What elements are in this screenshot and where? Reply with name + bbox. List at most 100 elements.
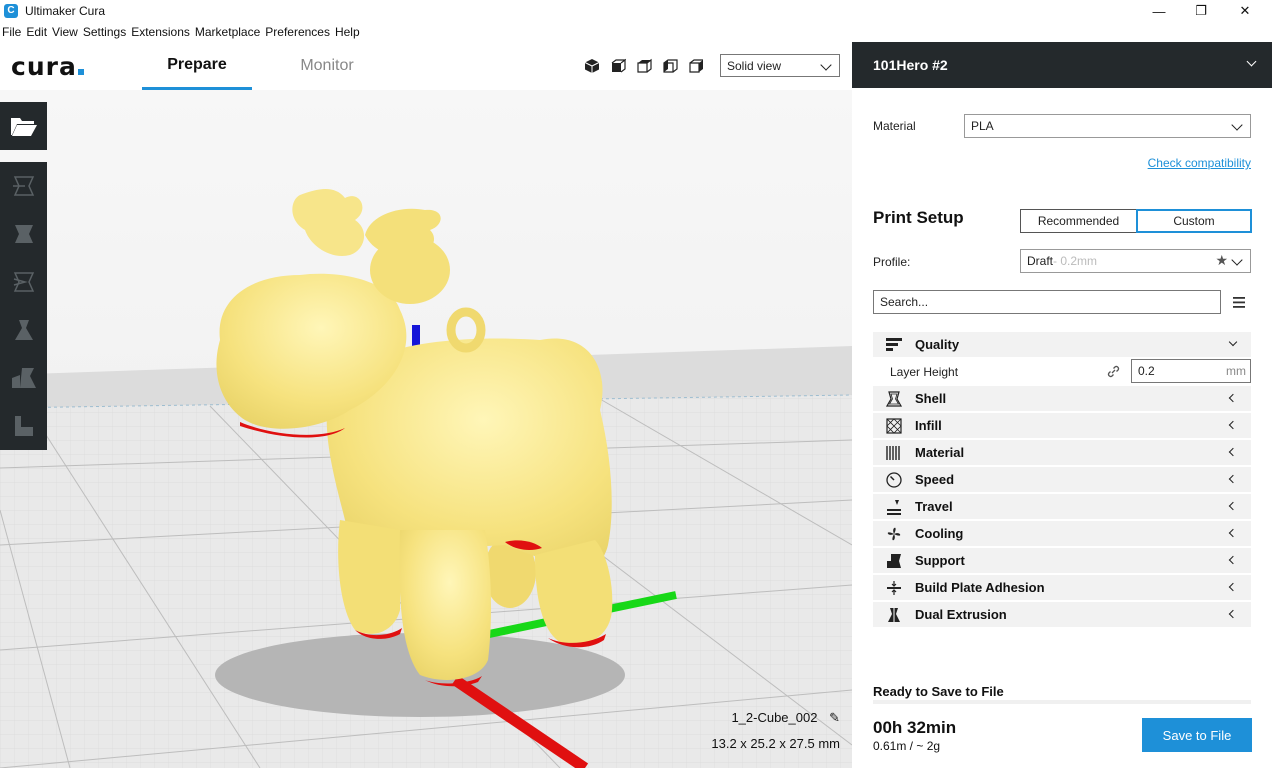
- chevron-down-icon: [1228, 337, 1238, 347]
- chevron-down-icon: [1231, 254, 1243, 266]
- save-to-file-button[interactable]: Save to File: [1142, 718, 1252, 752]
- star-icon[interactable]: ★: [1215, 252, 1228, 269]
- search-placeholder: Search...: [880, 295, 929, 309]
- category-label: Travel: [915, 499, 953, 514]
- chevron-left-icon: [1228, 420, 1238, 430]
- category-label: Shell: [915, 391, 947, 406]
- layer-height-unit: mm: [1226, 364, 1246, 378]
- menu-settings[interactable]: Settings: [83, 25, 126, 39]
- custom-mode-button[interactable]: Custom: [1136, 209, 1252, 233]
- menu-edit[interactable]: Edit: [26, 25, 47, 39]
- minimize-button[interactable]: —: [1136, 0, 1182, 22]
- menu-preferences[interactable]: Preferences: [265, 25, 330, 39]
- support-blocker-icon: [14, 416, 33, 436]
- category-speed[interactable]: Speed: [873, 467, 1251, 492]
- shell-icon: [886, 390, 902, 407]
- view-mode-select[interactable]: Solid view: [720, 54, 840, 77]
- top-view-icon[interactable]: [636, 58, 652, 74]
- category-dual-extrusion[interactable]: Dual Extrusion: [873, 602, 1251, 627]
- settings-menu-icon[interactable]: [1233, 297, 1245, 308]
- travel-icon: [887, 499, 901, 515]
- category-label: Build Plate Adhesion: [915, 580, 1045, 595]
- profile-label: Profile:: [873, 255, 911, 269]
- recommended-mode-button[interactable]: Recommended: [1020, 209, 1137, 233]
- material-value: PLA: [971, 119, 994, 133]
- close-button[interactable]: ✕: [1222, 0, 1268, 22]
- category-cooling[interactable]: Cooling: [873, 521, 1251, 546]
- 3d-viewport[interactable]: 1_2-Cube_002 ✎ 13.2 x 25.2 x 27.5 mm: [0, 90, 852, 768]
- front-view-icon[interactable]: [610, 58, 626, 74]
- chevron-down-icon: [1246, 56, 1257, 67]
- tab-monitor[interactable]: Monitor: [272, 42, 382, 90]
- rotate-icon: [13, 272, 34, 292]
- category-material[interactable]: Material: [873, 440, 1251, 465]
- open-file-button[interactable]: [0, 102, 47, 150]
- per-model-settings-icon: [11, 368, 36, 388]
- search-field[interactable]: Search...: [873, 290, 1221, 314]
- output-section: Ready to Save to File 00h 32min 0.61m / …: [852, 662, 1272, 768]
- window-title-bar: C Ultimaker Cura — ❐ ✕: [0, 0, 1272, 22]
- object-name-row: 1_2-Cube_002 ✎: [731, 710, 840, 726]
- menu-marketplace[interactable]: Marketplace: [195, 25, 260, 39]
- chevron-left-icon: [1228, 609, 1238, 619]
- category-travel[interactable]: Travel: [873, 494, 1251, 519]
- menu-extensions[interactable]: Extensions: [131, 25, 190, 39]
- chevron-down-icon: [1231, 119, 1243, 131]
- category-label: Speed: [915, 472, 955, 487]
- move-icon: [12, 176, 34, 196]
- speed-icon: [886, 471, 902, 488]
- per-model-settings-button[interactable]: [0, 354, 47, 402]
- material-label: Material: [873, 119, 916, 133]
- transform-tools: [0, 162, 47, 450]
- support-blocker-button[interactable]: [0, 402, 47, 450]
- category-build-plate-adhesion[interactable]: Build Plate Adhesion: [873, 575, 1251, 600]
- link-icon[interactable]: [1107, 365, 1120, 378]
- scale-tool-button[interactable]: [0, 210, 47, 258]
- chevron-left-icon: [1228, 474, 1238, 484]
- menu-view[interactable]: View: [52, 25, 78, 39]
- category-label: Material: [915, 445, 965, 460]
- progress-bar: [873, 700, 1251, 704]
- support-icon: [887, 553, 901, 568]
- print-setup-section: Print Setup Recommended Custom Profile: …: [852, 192, 1272, 662]
- dual-extrusion-icon: [888, 607, 900, 622]
- right-view-icon[interactable]: [688, 58, 704, 74]
- category-label: Quality: [915, 337, 960, 352]
- chevron-left-icon: [1228, 393, 1238, 403]
- view-mode-value: Solid view: [727, 58, 782, 73]
- chevron-left-icon: [1228, 528, 1238, 538]
- profile-select[interactable]: Draft - 0.2mm ★: [1020, 249, 1251, 273]
- maximize-button[interactable]: ❐: [1178, 0, 1224, 22]
- menu-file[interactable]: File: [2, 25, 21, 39]
- cura-logo: cura: [11, 52, 84, 81]
- material-icon: [886, 445, 900, 460]
- profile-name: Draft: [1027, 254, 1054, 268]
- category-label: Cooling: [915, 526, 964, 541]
- edit-name-icon[interactable]: ✎: [829, 710, 840, 725]
- move-tool-button[interactable]: [0, 162, 47, 210]
- category-support[interactable]: Support: [873, 548, 1251, 573]
- mirror-icon: [14, 320, 33, 340]
- 3d-view-icon[interactable]: [584, 58, 600, 74]
- tab-prepare[interactable]: Prepare: [142, 42, 252, 90]
- category-quality[interactable]: Quality: [873, 332, 1251, 357]
- menu-help[interactable]: Help: [335, 25, 360, 39]
- printer-name: 101Hero #2: [873, 57, 948, 73]
- profile-detail: - 0.2mm: [1053, 254, 1098, 268]
- settings-panel: 101Hero #2 Material PLA Check compatibil…: [852, 42, 1272, 768]
- layer-height-row: Layer Height 0.2 mm: [873, 358, 1251, 384]
- material-select[interactable]: PLA: [964, 114, 1251, 138]
- print-setup-title: Print Setup: [873, 208, 964, 227]
- layer-height-input[interactable]: 0.2 mm: [1131, 359, 1251, 383]
- rotate-tool-button[interactable]: [0, 258, 47, 306]
- category-infill[interactable]: Infill: [873, 413, 1251, 438]
- stage-header: cura Prepare Monitor Solid view: [0, 42, 852, 90]
- left-view-icon[interactable]: [662, 58, 678, 74]
- layer-height-label: Layer Height: [890, 365, 959, 379]
- infill-icon: [886, 417, 902, 434]
- cooling-fan-icon: [887, 527, 901, 540]
- category-shell[interactable]: Shell: [873, 386, 1251, 411]
- printer-selector[interactable]: 101Hero #2: [852, 42, 1272, 88]
- check-compatibility-link[interactable]: Check compatibility: [1148, 156, 1251, 170]
- mirror-tool-button[interactable]: [0, 306, 47, 354]
